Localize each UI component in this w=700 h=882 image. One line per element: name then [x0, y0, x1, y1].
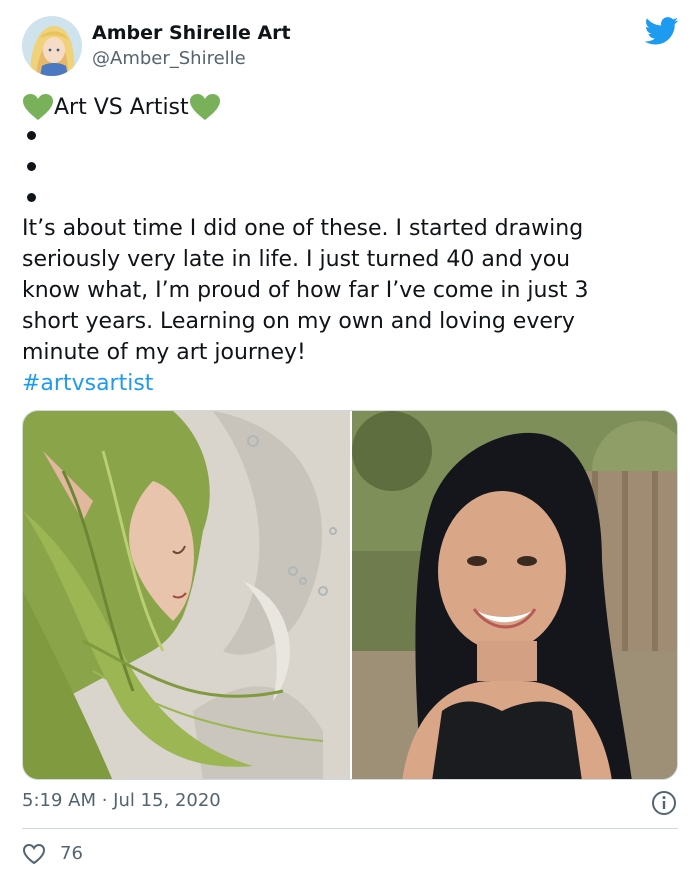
twitter-bird-icon[interactable]: [645, 17, 679, 45]
bullet-dot: [27, 162, 36, 171]
avatar-image: [22, 16, 82, 76]
tweet-media: [22, 410, 678, 780]
bullet-dot: [27, 193, 36, 202]
footer-divider: [22, 828, 678, 829]
author-avatar[interactable]: [22, 16, 82, 76]
info-icon[interactable]: [651, 790, 677, 816]
green-heart-icon: [189, 94, 220, 120]
tweet-timestamp[interactable]: 5:19 AM · Jul 15, 2020: [22, 790, 221, 811]
artwork-image[interactable]: [23, 411, 350, 779]
green-heart-icon: [23, 94, 53, 120]
artist-portrait: [352, 411, 677, 779]
hashtag-link[interactable]: #artvsartist: [22, 368, 153, 399]
like-count: 76: [60, 843, 83, 864]
artist-photo[interactable]: [352, 411, 677, 779]
tweet-text: It’s about time I did one of these. I st…: [22, 216, 589, 365]
author-handle[interactable]: @Amber_Shirelle: [92, 48, 246, 69]
elf-drawing: [23, 411, 350, 779]
bullet-dot: [27, 131, 36, 140]
tweet-title: Art VS Artist: [54, 94, 189, 120]
tweet-card: Amber Shirelle Art @Amber_Shirelle Art V…: [0, 0, 700, 882]
tweet-title-line: Art VS Artist: [22, 92, 221, 122]
like-heart-icon[interactable]: [22, 843, 46, 865]
author-name[interactable]: Amber Shirelle Art: [92, 22, 291, 44]
